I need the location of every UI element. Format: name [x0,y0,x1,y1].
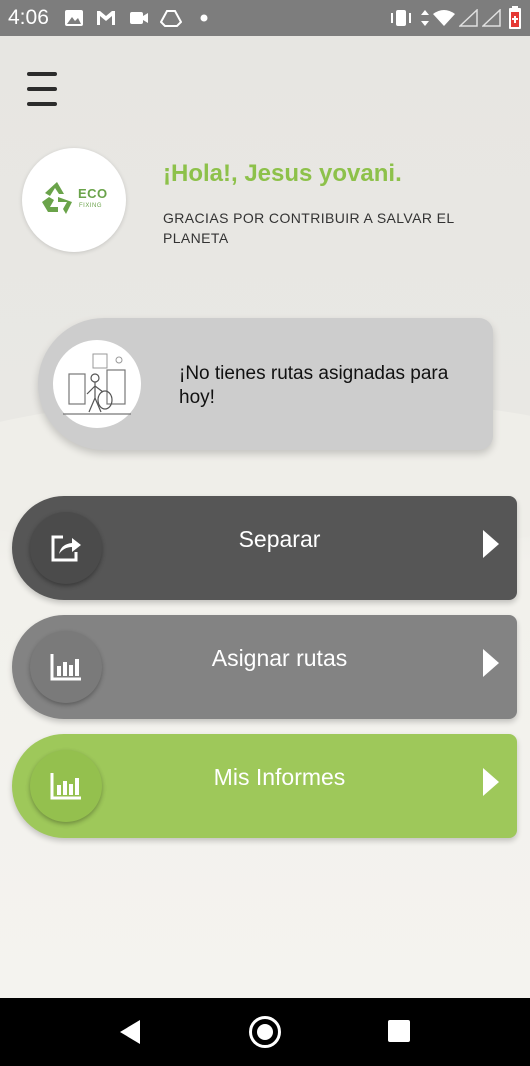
status-bar: 4:06 [0,0,530,36]
back-icon[interactable] [120,1020,140,1044]
mis-informes-label: Mis Informes [213,764,346,790]
share-icon [51,535,81,562]
status-time: 4:06 [8,6,49,29]
logo-text-eco: ECO [78,186,108,201]
signal-icon [459,9,479,27]
bar-chart-icon [50,654,81,681]
recycle-icon [42,182,72,214]
vibrate-icon [388,9,414,27]
chevron-right-icon [483,768,499,796]
recycling-illustration [53,340,141,428]
data-arrows-icon [419,9,431,27]
battery-icon [508,6,522,30]
chevron-right-icon [483,530,499,558]
asignar-rutas-label: Asignar rutas [211,645,348,671]
asignar-rutas-button[interactable]: Asignar rutas [12,615,517,719]
mis-informes-button[interactable]: Mis Informes [12,734,517,838]
logo-text-fixing: FIXING [79,203,103,209]
recents-icon[interactable] [388,1020,410,1042]
separar-label: Separar [238,526,321,552]
separar-icon-circle [30,512,102,584]
video-icon [128,9,150,27]
app-logo: ECO FIXING [22,148,126,252]
signal-icon [482,9,502,27]
routes-card: ¡No tienes rutas asignadas para hoy! [38,318,493,450]
hamburger-menu-icon[interactable] [27,72,57,106]
informes-icon-circle [30,750,102,822]
asignar-icon-circle [30,631,102,703]
greeting-title: ¡Hola!, Jesus yovani. [163,160,402,187]
drive-icon [160,9,182,27]
no-routes-message: ¡No tienes rutas asignadas para hoy! [179,363,449,408]
system-nav-bar [0,998,530,1066]
dot-icon [200,14,208,22]
greeting-subtitle: GRACIAS POR CONTRIBUIR A SALVAR EL PLANE… [163,210,455,246]
home-icon[interactable] [249,1016,281,1048]
bar-chart-icon [50,773,81,800]
image-icon [64,9,84,27]
separar-button[interactable]: Separar [12,496,517,600]
chevron-right-icon [483,649,499,677]
wifi-icon [432,9,456,27]
gmail-icon [95,9,117,27]
